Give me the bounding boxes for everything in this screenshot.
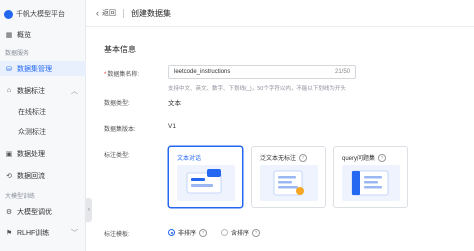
annotation-card-query-set[interactable]: query问题集?: [333, 146, 408, 208]
tag-icon: ⌂: [6, 87, 12, 94]
sidebar-item-rlhf-training[interactable]: ⚑ RLHF训练 ﹀: [0, 225, 86, 240]
annotation-card-plain-text[interactable]: 泛文本无标注?: [251, 146, 326, 208]
chevron-down-icon: ﹀: [71, 229, 78, 237]
annotation-card-text-dialog[interactable]: 文本对话: [168, 146, 243, 208]
radio-non-sorted[interactable]: [168, 229, 175, 236]
sidebar-item-label: 概览: [17, 31, 31, 39]
page-title: 创建数据集: [131, 8, 171, 18]
card-title: 文本对话: [177, 156, 202, 162]
chat-window-icon: [186, 169, 222, 194]
processing-icon: ▣: [5, 150, 13, 158]
radio-label: 含排序: [231, 231, 250, 237]
dataset-name-hint: 支持中文、英文、数字、下划线(_)，50个字符以内，不能以下划线为开头: [168, 86, 346, 92]
query-set-illustration: [342, 165, 400, 201]
radio-sorted[interactable]: [221, 229, 229, 236]
dataset-name-input[interactable]: leetcode_instructions 21/50: [168, 65, 356, 79]
sidebar-item-model-tuning[interactable]: ⚙ 大模型调优: [0, 204, 86, 219]
required-mark: *: [104, 72, 107, 78]
qianfan-logo-icon: [4, 9, 13, 19]
database-icon: ⛁: [6, 65, 12, 73]
sidebar-item-online-annotation[interactable]: 在线标注: [0, 104, 86, 119]
annotation-template-label: 标注模板:: [104, 232, 130, 238]
sidebar-item-crowd-annotation[interactable]: 众测标注: [0, 124, 86, 139]
divider: [123, 8, 124, 18]
sidebar-group-data-service: 数据服务: [5, 51, 30, 57]
chevron-up-icon: ︿: [71, 87, 78, 95]
annotation-template-radio-group: 非排序 ? 含排序 ?: [168, 228, 274, 237]
app-title: 千帆大模型平台: [16, 11, 65, 18]
dataset-version-value: V1: [168, 123, 176, 130]
sidebar-item-label: RLHF训练: [17, 229, 50, 237]
sidebar-item-label: 数据回流: [17, 172, 45, 180]
section-title: 基本信息: [104, 45, 136, 54]
data-type-value: 文本: [168, 100, 181, 107]
sidebar-group-model-training: 大模型训练: [5, 194, 36, 200]
dataset-version-label: 数据集版本:: [104, 127, 136, 133]
dataset-name-label: *数据集名称:: [104, 72, 140, 78]
sidebar-item-label: 数据集管理: [17, 65, 52, 73]
back-button[interactable]: ‹ 返回: [96, 8, 116, 18]
dataset-name-value: leetcode_instructions: [174, 69, 231, 75]
sidebar-item-label: 在线标注: [18, 108, 46, 116]
sidebar-item-data-processing[interactable]: ▣ 数据处理: [0, 146, 86, 161]
help-icon[interactable]: ?: [199, 228, 208, 237]
sidebar-item-data-annotation[interactable]: ⌂ 数据标注 ︿: [0, 83, 86, 98]
card-title: 泛文本无标注: [260, 156, 297, 162]
sidebar-item-label: 数据处理: [17, 150, 45, 158]
sidebar-item-label: 数据标注: [17, 87, 45, 95]
card-title: query问题集: [342, 156, 376, 162]
back-label: 返回: [102, 10, 116, 17]
brand[interactable]: 千帆大模型平台: [4, 6, 65, 22]
chevron-left-icon: ‹: [88, 207, 90, 213]
reflow-icon: ⟲: [6, 172, 12, 180]
sidebar-item-dataset-management[interactable]: ⛁ 数据集管理: [0, 61, 86, 76]
sidebar-item-overview[interactable]: ▦ 概览: [0, 27, 86, 42]
question-list-icon: [351, 170, 389, 196]
tuning-icon: ⚙: [5, 208, 13, 216]
plain-text-illustration: [260, 165, 318, 201]
sidebar-collapse-handle[interactable]: ‹: [86, 198, 92, 222]
sidebar: 千帆大模型平台 ▦ 概览 数据服务 ⛁ 数据集管理 ⌂ 数据标注 ︿ 在线标注 …: [0, 0, 86, 251]
sidebar-item-label: 众测标注: [18, 128, 46, 136]
radio-label: 非排序: [178, 231, 197, 237]
annotation-type-label: 标注类型:: [104, 153, 130, 159]
page-header: ‹ 返回 创建数据集: [86, 0, 474, 27]
sidebar-item-label: 大模型调优: [17, 208, 52, 216]
help-icon[interactable]: ?: [299, 153, 308, 162]
help-icon[interactable]: ?: [252, 228, 261, 237]
training-icon: ⚑: [5, 229, 13, 237]
help-icon[interactable]: ?: [378, 153, 387, 162]
text-dialog-illustration: [177, 165, 235, 201]
char-count: 21/50: [334, 69, 350, 75]
grid-icon: ▦: [5, 31, 13, 39]
document-icon: [273, 170, 304, 196]
arrow-left-icon: ‹: [96, 8, 99, 18]
sidebar-item-data-reflow[interactable]: ⟲ 数据回流: [0, 168, 86, 183]
data-type-label: 数据类型:: [104, 101, 130, 107]
